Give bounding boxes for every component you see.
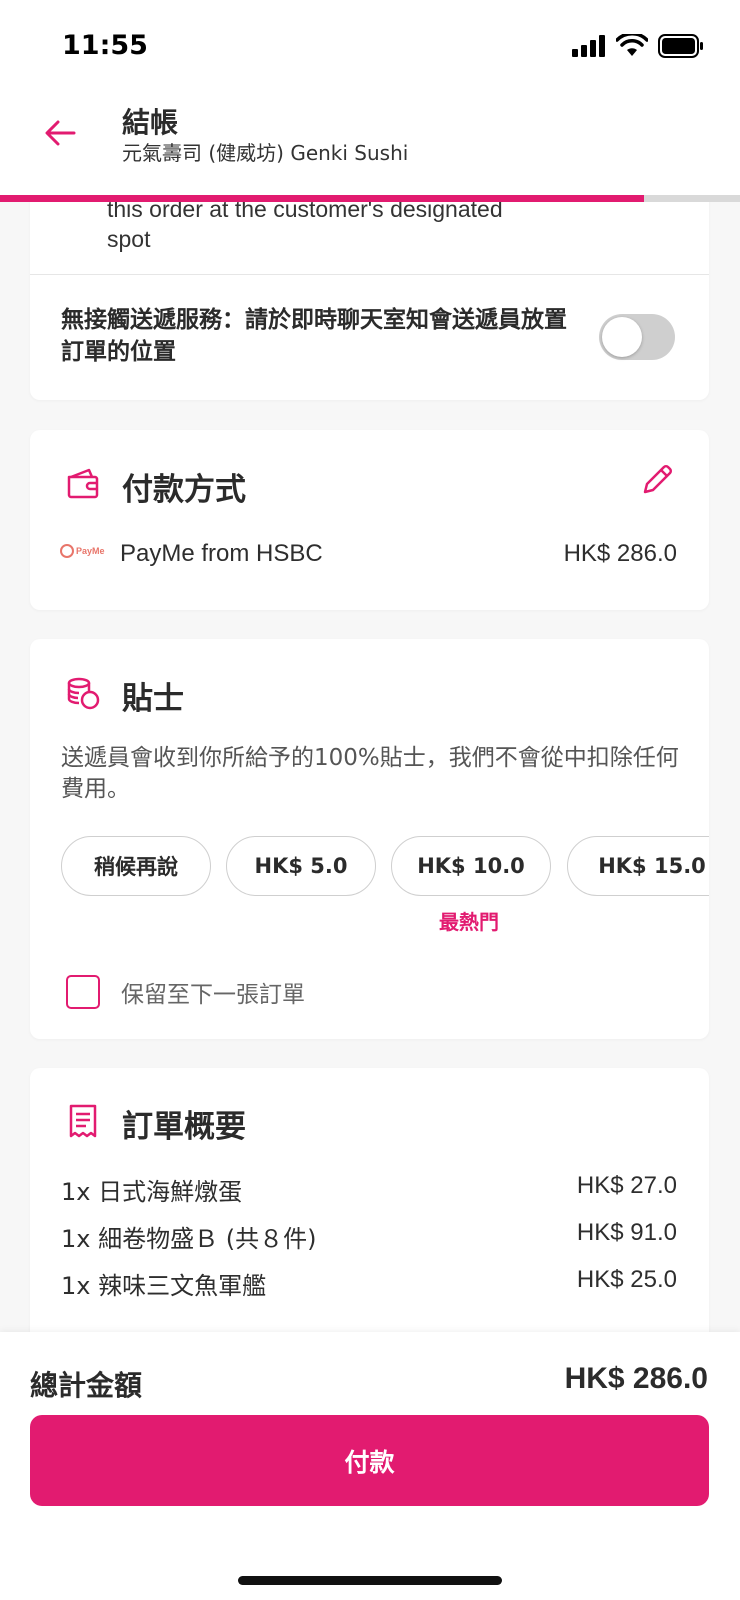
order-item-price: HK$ 25.0: [576, 1266, 677, 1293]
battery-icon: [658, 34, 703, 58]
divider: [30, 274, 709, 275]
order-summary-card: 訂單概要 1x 日式海鮮燉蛋 HK$ 27.0 1x 細卷物盛Ｂ (共８件) H…: [30, 1068, 709, 1332]
payme-logo: PayMe: [60, 544, 105, 558]
status-icons: [572, 34, 704, 58]
total-amount: HK$ 286.0: [564, 1362, 708, 1395]
wifi-icon: [616, 34, 648, 56]
checkout-footer: 總計金額 HK$ 286.0 付款: [0, 1332, 740, 1600]
tip-options: 稍候再說 HK$ 5.0 HK$ 10.0 HK$ 15.0: [61, 836, 709, 898]
toggle-knob: [602, 317, 642, 357]
restaurant-name: 元氣壽司 (健威坊) Genki Sushi: [122, 141, 409, 165]
tip-description: 送遞員會收到你所給予的100%貼士，我們不會從中扣除任何費用。: [61, 745, 679, 802]
payment-amount: HK$ 286.0: [563, 540, 677, 567]
order-item-price: HK$ 91.0: [576, 1219, 677, 1246]
pay-button[interactable]: 付款: [30, 1415, 709, 1506]
cellular-signal-icon: [572, 35, 605, 57]
payme-logo-text: PayMe: [76, 546, 105, 556]
keep-tip-checkbox[interactable]: [66, 975, 100, 1009]
edit-pencil-icon[interactable]: [637, 460, 677, 500]
total-label: 總計金額: [30, 1369, 143, 1402]
most-popular-badge: 最熱門: [439, 910, 499, 934]
delivery-instruction-line-1: this order at the customer's designated: [107, 202, 503, 222]
page-title: 結帳: [122, 106, 179, 139]
contactless-delivery-label: 無接觸送遞服務：請於即時聊天室知會送遞員放置訂單的位置: [61, 307, 567, 365]
delivery-options-card: this order at the customer's designated …: [30, 202, 709, 400]
wallet-icon: [67, 468, 99, 499]
contactless-delivery-toggle[interactable]: [599, 314, 675, 360]
payme-logo-mark: [60, 544, 74, 558]
order-summary-title: 訂單概要: [122, 1109, 246, 1145]
order-item-row: 1x 辣味三文魚軍艦 HK$ 25.0: [61, 1266, 677, 1300]
checkout-progress-bar: [0, 195, 740, 202]
checkout-progress-fill: [0, 195, 644, 202]
delivery-instruction-line-2: spot: [107, 226, 151, 252]
home-indicator: [238, 1576, 502, 1585]
tip-option-10[interactable]: HK$ 10.0: [391, 836, 551, 896]
order-item-name: 1x 日式海鮮燉蛋: [61, 1178, 243, 1206]
keep-tip-label: 保留至下一張訂單: [121, 982, 305, 1008]
tip-section-title: 貼士: [122, 681, 184, 717]
order-item-name: 1x 細卷物盛Ｂ (共８件): [61, 1225, 317, 1253]
tip-option-15[interactable]: HK$ 15.0: [567, 836, 709, 896]
coins-icon: [67, 677, 100, 710]
status-time: 11:55: [62, 30, 148, 61]
payment-section-title: 付款方式: [122, 472, 246, 508]
order-item-name: 1x 辣味三文魚軍艦: [61, 1272, 267, 1300]
tip-option-later[interactable]: 稍候再說: [61, 836, 211, 896]
order-item-price: HK$ 27.0: [576, 1172, 677, 1199]
checkout-content[interactable]: this order at the customer's designated …: [0, 202, 740, 1332]
order-item-row: 1x 日式海鮮燉蛋 HK$ 27.0: [61, 1172, 677, 1206]
order-item-row: 1x 細卷物盛Ｂ (共８件) HK$ 91.0: [61, 1219, 677, 1253]
payment-method-card: 付款方式 PayMe PayMe from HSBC HK$ 286.0: [30, 430, 709, 610]
tip-option-5[interactable]: HK$ 5.0: [226, 836, 376, 896]
delivery-instruction-text: this order at the customer's designated …: [107, 202, 503, 254]
status-bar: 11:55: [0, 0, 740, 95]
payment-method-name: PayMe from HSBC: [120, 540, 323, 567]
back-arrow-icon[interactable]: [40, 113, 80, 153]
receipt-icon: [69, 1104, 97, 1138]
checkout-header: 結帳 元氣壽司 (健威坊) Genki Sushi: [0, 95, 740, 195]
tip-card: 貼士 送遞員會收到你所給予的100%貼士，我們不會從中扣除任何費用。 稍候再說 …: [30, 639, 709, 1039]
